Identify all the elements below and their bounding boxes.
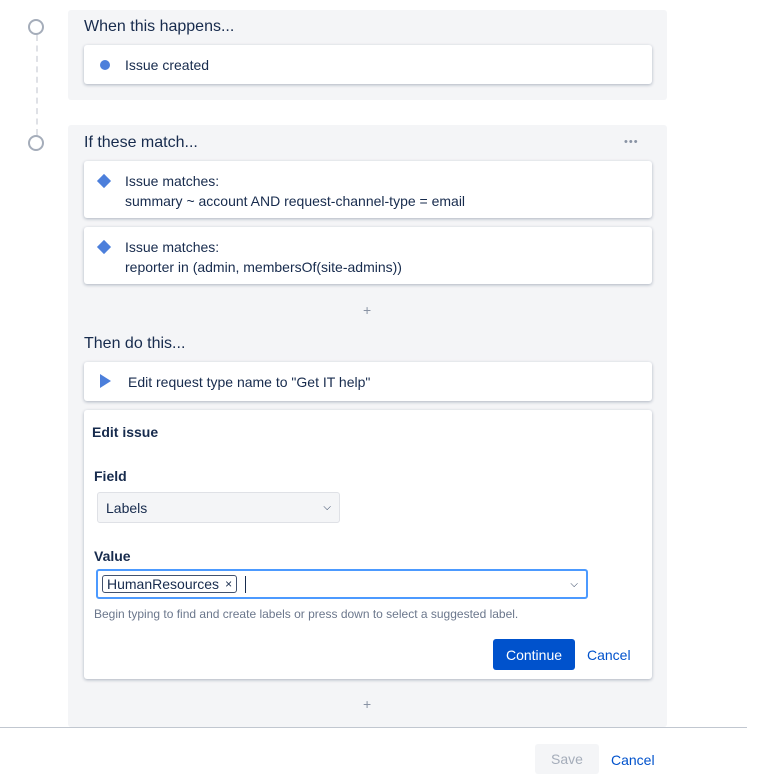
- diamond-icon: [96, 239, 112, 255]
- trigger-dot-icon: [100, 60, 110, 70]
- action-label: Edit request type name to "Get IT help": [128, 374, 371, 390]
- remove-tag-icon[interactable]: ×: [225, 576, 232, 592]
- step-circle-icon: [28, 19, 44, 35]
- trigger-heading: When this happens...: [84, 18, 235, 35]
- condition-title: Issue matches:: [125, 173, 220, 189]
- edit-issue-panel: Edit issue Field Labels ⌵ Value HumanRes…: [84, 410, 652, 679]
- value-label: Value: [94, 548, 131, 564]
- play-icon: [100, 374, 111, 388]
- timeline-connector: [36, 35, 38, 135]
- value-help-text: Begin typing to find and create labels o…: [94, 607, 519, 621]
- edit-issue-title: Edit issue: [92, 424, 159, 440]
- field-select[interactable]: Labels ⌵: [97, 492, 340, 523]
- field-label: Field: [94, 468, 127, 484]
- diamond-icon: [96, 173, 112, 189]
- text-cursor: [245, 575, 247, 593]
- continue-button[interactable]: Continue: [493, 639, 575, 670]
- label-tag: HumanResources ×: [102, 575, 238, 593]
- action-card[interactable]: Edit request type name to "Get IT help": [84, 362, 652, 401]
- trigger-section: When this happens... Issue created: [68, 10, 667, 100]
- cancel-edit-button[interactable]: Cancel: [587, 647, 631, 663]
- conditions-actions-section: If these match... ••• Issue matches: sum…: [68, 125, 667, 727]
- trigger-label: Issue created: [125, 57, 210, 73]
- condition-card[interactable]: Issue matches: reporter in (admin, membe…: [84, 227, 652, 284]
- step-circle-icon: [28, 135, 44, 151]
- add-action-button[interactable]: +: [363, 696, 371, 712]
- footer-divider: [0, 727, 747, 728]
- condition-query: summary ~ account AND request-channel-ty…: [125, 193, 466, 209]
- label-tag-text: HumanResources: [107, 576, 220, 592]
- field-select-value: Labels: [106, 499, 148, 516]
- condition-card[interactable]: Issue matches: summary ~ account AND req…: [84, 161, 652, 218]
- save-button[interactable]: Save: [535, 744, 599, 774]
- chevron-down-icon: ⌵: [323, 502, 331, 513]
- conditions-heading: If these match...: [84, 134, 198, 151]
- add-condition-button[interactable]: +: [363, 302, 371, 318]
- trigger-card[interactable]: Issue created: [84, 45, 652, 84]
- more-options-icon[interactable]: •••: [624, 136, 639, 148]
- chevron-down-icon[interactable]: ⌵: [570, 579, 578, 590]
- cancel-button[interactable]: Cancel: [611, 752, 655, 768]
- condition-query: reporter in (admin, membersOf(site-admin…: [125, 259, 402, 275]
- actions-heading: Then do this...: [84, 335, 186, 352]
- condition-title: Issue matches:: [125, 239, 220, 255]
- value-input[interactable]: HumanResources × ⌵: [96, 569, 588, 599]
